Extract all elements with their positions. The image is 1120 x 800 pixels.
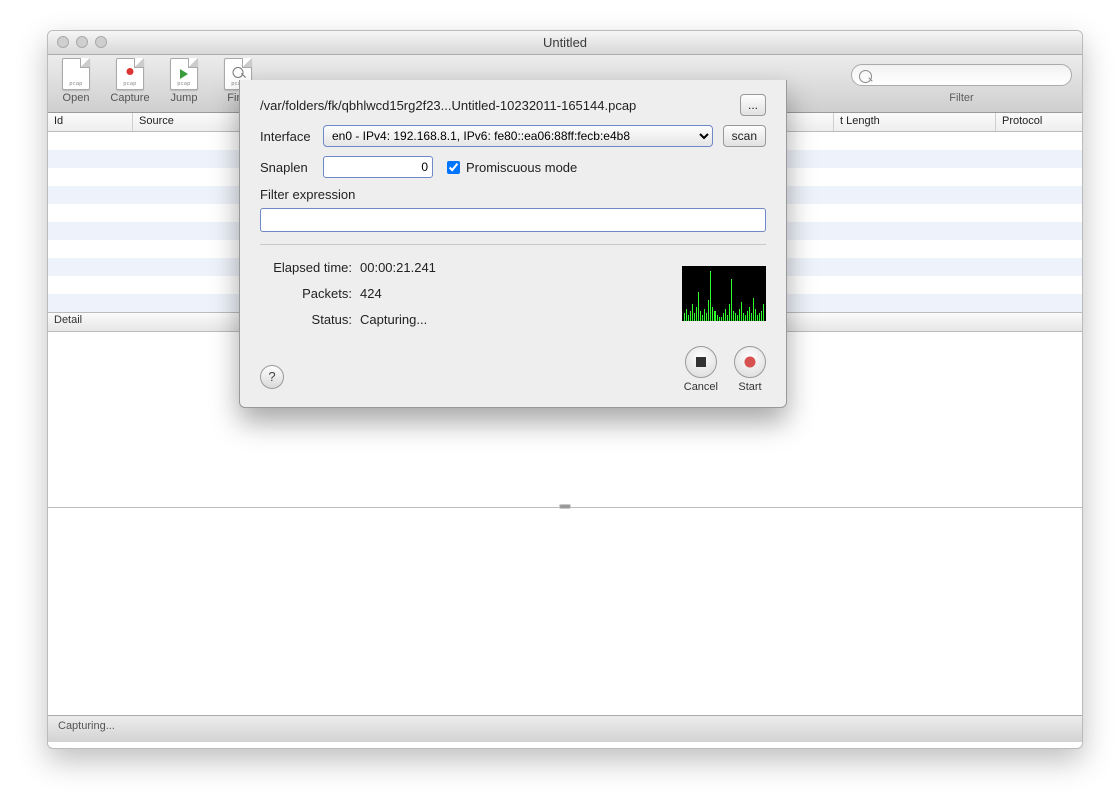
close-window-button[interactable] (57, 36, 69, 48)
filter-expression-label: Filter expression (260, 187, 766, 202)
start-capture-button[interactable]: Start (734, 346, 766, 393)
pcap-badge: pcap (171, 81, 197, 87)
open-button[interactable]: pcap Open (54, 57, 98, 104)
minimize-window-button[interactable] (76, 36, 88, 48)
filter-search-input[interactable] (851, 64, 1072, 86)
search-icon (859, 70, 872, 83)
separator (260, 244, 766, 245)
hex-panel-body[interactable] (48, 508, 1082, 715)
open-label: Open (63, 92, 90, 104)
activity-sparkline (682, 266, 766, 321)
browse-path-button[interactable]: ... (740, 94, 766, 116)
promiscuous-label: Promiscuous mode (466, 160, 577, 175)
elapsed-label: Elapsed time: (260, 255, 352, 281)
status-value: Capturing... (360, 307, 436, 333)
capture-sheet: /var/folders/fk/qbhlwcd15rg2f23...Untitl… (239, 80, 787, 408)
scan-button[interactable]: scan (723, 125, 766, 147)
splitter-handle[interactable] (560, 505, 570, 508)
packets-value: 424 (360, 281, 436, 307)
filter-caption: Filter (851, 92, 1072, 104)
interface-label: Interface (260, 129, 323, 144)
col-protocol[interactable]: Protocol (996, 113, 1082, 131)
packets-label: Packets: (260, 281, 352, 307)
zoom-window-button[interactable] (95, 36, 107, 48)
titlebar: Untitled (48, 31, 1082, 55)
pcap-badge: pcap (117, 81, 143, 87)
stop-icon (696, 357, 706, 367)
jump-button[interactable]: pcap Jump (162, 57, 206, 104)
record-icon (127, 68, 134, 75)
filter-expression-input[interactable] (260, 208, 766, 232)
col-length[interactable]: t Length (834, 113, 996, 131)
traffic-lights (57, 36, 107, 48)
status-label: Status: (260, 307, 352, 333)
col-id[interactable]: Id (48, 113, 133, 131)
capture-button[interactable]: pcap Capture (108, 57, 152, 104)
promiscuous-checkbox[interactable] (447, 161, 460, 174)
record-icon (745, 357, 756, 368)
jump-label: Jump (171, 92, 198, 104)
elapsed-value: 00:00:21.241 (360, 255, 436, 281)
magnify-icon (233, 67, 244, 78)
statusbar-text: Capturing... (58, 720, 115, 732)
start-label: Start (738, 381, 761, 393)
jump-arrow-icon (180, 69, 188, 79)
help-button[interactable]: ? (260, 365, 284, 389)
cancel-capture-button[interactable]: Cancel (684, 346, 718, 393)
cancel-label: Cancel (684, 381, 718, 393)
snaplen-input[interactable] (323, 156, 433, 178)
capture-label: Capture (110, 92, 149, 104)
capture-path: /var/folders/fk/qbhlwcd15rg2f23...Untitl… (260, 98, 732, 113)
window-title: Untitled (48, 31, 1082, 54)
snaplen-label: Snaplen (260, 160, 323, 175)
statusbar: Capturing... (48, 715, 1082, 742)
pcap-badge: pcap (63, 81, 89, 87)
interface-select[interactable]: en0 - IPv4: 192.168.8.1, IPv6: fe80::ea0… (323, 125, 713, 147)
